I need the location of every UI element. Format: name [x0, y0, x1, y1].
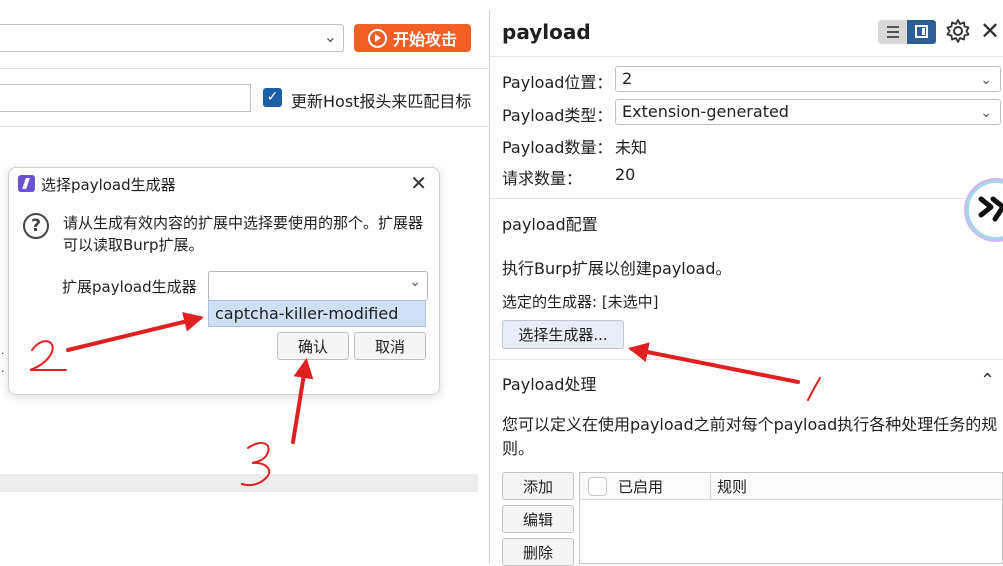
close-icon[interactable]: ✕	[980, 18, 1000, 44]
host-input[interactable]	[0, 84, 251, 112]
divider	[490, 359, 1003, 360]
request-count-value: 20	[615, 165, 636, 184]
gear-icon[interactable]	[945, 18, 971, 44]
annotation-number-1	[807, 377, 821, 401]
payload-processing-heading: Payload处理	[502, 375, 597, 394]
payload-count-label: Payload数量：	[502, 138, 613, 157]
chevron-down-icon: ⌄	[980, 72, 992, 88]
payload-position-select[interactable]: 2 ⌄	[615, 66, 1001, 92]
column-header-rule[interactable]: 规则	[717, 476, 747, 497]
choose-generator-button[interactable]: 选择生成器...	[502, 320, 624, 349]
dialog-message: 请从生成有效内容的扩展中选择要使用的那个。扩展器可以读取Burp扩展。	[63, 214, 424, 254]
cancel-button[interactable]: 取消	[354, 332, 426, 360]
chevron-down-icon: ⌄	[323, 27, 337, 46]
pane-divider[interactable]	[489, 10, 490, 564]
column-separator[interactable]	[710, 473, 711, 499]
close-icon[interactable]: ✕	[410, 171, 427, 195]
panel-title: payload	[502, 20, 591, 44]
start-attack-label: 开始攻击	[392, 30, 457, 49]
remove-rule-button[interactable]: 删除	[502, 538, 574, 566]
update-host-label: 更新Host报头来匹配目标	[291, 92, 472, 111]
payload-processing-desc: 您可以定义在使用payload之前对每个payload执行各种处理任务的规则。	[502, 415, 998, 458]
divider	[490, 56, 1003, 57]
choose-generator-dialog: 选择payload生成器 ✕ ? 请从生成有效内容的扩展中选择要使用的那个。扩展…	[8, 167, 440, 395]
generator-option[interactable]: captcha-killer-modified	[208, 300, 426, 327]
chevron-down-icon: ⌄	[980, 105, 992, 121]
dot: .	[1, 344, 5, 357]
payload-count-value: 未知	[615, 138, 648, 157]
column-header-enabled[interactable]: 已启用	[618, 476, 663, 497]
confirm-button[interactable]: 确认	[277, 332, 349, 360]
payload-position-value: 2	[622, 69, 633, 88]
payload-position-label: Payload位置：	[502, 73, 613, 92]
view-toggle[interactable]	[878, 20, 936, 44]
payload-config-desc: 执行Burp扩展以创建payload。	[502, 259, 732, 278]
burp-extension-glyph	[978, 196, 1003, 222]
table-header: 已启用 规则	[580, 473, 1002, 500]
dot: .	[1, 362, 5, 375]
burp-app-icon	[18, 175, 35, 192]
question-icon: ?	[23, 213, 49, 239]
payload-type-label: Payload类型：	[502, 106, 613, 125]
target-dropdown[interactable]: ⌄	[0, 24, 344, 52]
annotation-arrow-1	[628, 342, 800, 384]
edit-rule-button[interactable]: 编辑	[502, 505, 574, 533]
play-icon	[367, 28, 387, 48]
chevron-up-icon[interactable]: ⌃	[980, 370, 995, 391]
list-view-icon[interactable]	[878, 20, 907, 44]
payload-type-value: Extension-generated	[622, 102, 789, 121]
divider	[490, 198, 1003, 199]
burp-extension-icon[interactable]	[966, 180, 1003, 240]
rules-table[interactable]: 已启用 规则	[579, 472, 1003, 564]
generator-field-label: 扩展payload生成器	[62, 278, 197, 296]
start-attack-button[interactable]: 开始攻击	[354, 24, 471, 52]
payload-config-heading: payload配置	[502, 215, 598, 234]
add-rule-button[interactable]: 添加	[502, 472, 574, 500]
generator-select[interactable]: ⌄	[208, 271, 428, 301]
horizontal-scrollbar[interactable]	[0, 474, 478, 492]
divider	[0, 68, 489, 69]
panel-view-icon[interactable]	[907, 20, 936, 44]
update-host-checkbox[interactable]: ✓	[263, 88, 282, 107]
select-all-checkbox[interactable]	[588, 477, 607, 496]
divider	[0, 126, 489, 127]
chevron-down-icon: ⌄	[409, 274, 421, 290]
payload-type-select[interactable]: Extension-generated ⌄	[615, 99, 1001, 125]
dialog-title: 选择payload生成器	[41, 176, 176, 194]
request-count-label: 请求数量：	[502, 169, 583, 188]
selected-generator-text: 选定的生成器: [未选中]	[502, 293, 659, 311]
